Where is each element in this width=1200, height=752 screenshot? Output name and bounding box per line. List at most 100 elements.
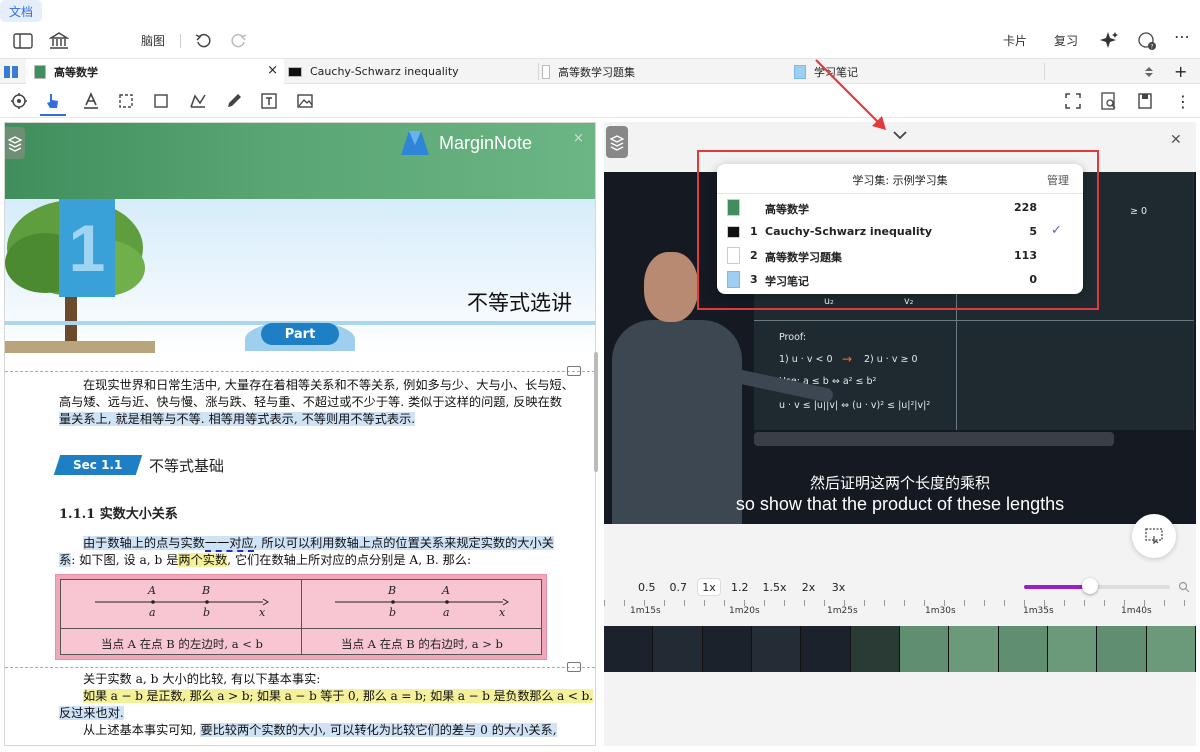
timeline-ruler[interactable]: 1m15s 1m20s 1m25s 1m30s 1m35s 1m40s [604, 600, 1196, 626]
film-frame [998, 626, 1048, 672]
tab-label: 高等数学习题集 [558, 65, 635, 79]
card-mode-button[interactable]: 卡片 [1003, 32, 1027, 50]
point-a-label: A [148, 584, 156, 597]
lasso-select-icon[interactable] [115, 90, 137, 112]
board-line4: u · v ≤ |u||v| ⇔ (u · v)² ≤ |u|²|v|² [779, 400, 931, 411]
layers-toggle[interactable] [606, 126, 628, 158]
comparison-paragraph[interactable]: 关于实数 a, b 大小的比较, 有以下基本事实: 如果 a − b 是正数, … [59, 671, 593, 739]
image-insert-icon[interactable] [294, 90, 316, 112]
para2-segment: 由于数轴上的点与实数 [83, 536, 205, 550]
para4-line-1: 从上述基本事实可知, 要比较两个实数的大小, 可以转化为比较它们的差与 0 的大… [59, 722, 593, 739]
timeline-label: 1m20s [729, 606, 760, 616]
pen-icon[interactable] [223, 90, 245, 112]
zoom-icon[interactable] [1178, 581, 1190, 593]
new-help-icon[interactable]: ? [1136, 30, 1158, 52]
board-top-right: ≥ 0 [1130, 206, 1148, 217]
tab-higher-math[interactable]: 高等数学 × [26, 59, 284, 84]
ai-sparkle-icon[interactable] [1098, 30, 1120, 52]
note-marker-icon[interactable] [567, 366, 581, 376]
redo-icon[interactable] [228, 30, 250, 52]
board-case2: 2) u · v ≥ 0 [864, 354, 918, 365]
pdf-document-pane[interactable]: MarginNote × 1 不等式选讲 Part 在现实世界和日常生活中, 大… [4, 122, 596, 746]
text-highlight-icon[interactable] [80, 90, 102, 112]
svg-text:?: ? [1150, 44, 1153, 51]
gear-settings-icon[interactable] [8, 90, 30, 112]
speed-option[interactable]: 1.5x [759, 578, 791, 596]
book-thumbnail-icon [34, 64, 46, 79]
shape-tool-icon[interactable] [187, 90, 209, 112]
close-banner-icon[interactable]: × [573, 131, 584, 146]
close-pane-icon[interactable]: ✕ [1170, 132, 1182, 148]
para2-segment: 系 [59, 553, 72, 567]
hand-select-icon[interactable] [42, 90, 64, 112]
value-b-label-right: b [389, 606, 397, 619]
para2-line-1: 由于数轴上的点与实数一一对应, 所以可以利用数轴上点的位置关系来规定实数的大小关 [59, 535, 589, 552]
zoom-slider-knob[interactable] [1081, 578, 1098, 594]
mindmap-mode-button[interactable]: 脑图 [141, 32, 165, 50]
more-menu-icon[interactable]: ⋯ [1174, 28, 1190, 46]
screen-capture-button[interactable] [1132, 514, 1176, 558]
film-frame [653, 626, 703, 672]
tab-study-notes[interactable]: 学习笔记 [792, 59, 1044, 84]
tab-sort-icon[interactable] [1144, 59, 1158, 84]
section-badge: Sec 1.1 [53, 455, 143, 475]
para2-line-2: 系: 如下图, 设 a, b 是两个实数, 它们在数轴上所对应的点分别是 A, … [59, 552, 589, 569]
film-frame [604, 626, 654, 672]
point-b-label-right: B [388, 584, 397, 597]
layers-toggle[interactable] [5, 127, 25, 159]
library-icon[interactable] [48, 30, 70, 52]
speed-option[interactable]: 0.5 [634, 578, 660, 596]
speed-option[interactable]: 2x [797, 578, 821, 596]
subtitle-chinese: 然后证明这两个长度的乘积 [809, 474, 990, 492]
chapter-number: 1 [59, 199, 115, 297]
rectangle-select-icon[interactable] [150, 90, 172, 112]
pdf-scrollbar[interactable] [594, 352, 598, 472]
para3-line-1: 关于实数 a, b 大小的比较, 有以下基本事实: [83, 672, 321, 686]
para3-line-2: 如果 a − b 是正数, 那么 a > b; 如果 a − b 等于 0, 那… [83, 689, 593, 703]
document-mode-button[interactable]: 文档 [0, 0, 42, 22]
film-frame [1097, 626, 1147, 672]
tab-exercise-set[interactable]: 高等数学习题集 [540, 59, 790, 84]
page-divider [5, 667, 595, 668]
video-filmstrip[interactable] [604, 626, 1196, 672]
value-b-label: b [203, 606, 211, 619]
film-frame [850, 626, 900, 672]
document-tab-bar: 高等数学 × Cauchy-Schwarz inequality 高等数学习题集… [0, 58, 1200, 84]
subtitle-english: so show that the product of these length… [735, 494, 1065, 514]
speed-option[interactable]: 0.7 [666, 578, 692, 596]
undo-icon[interactable] [192, 30, 214, 52]
film-frame [899, 626, 950, 672]
textbox-icon[interactable] [258, 90, 280, 112]
number-line-paragraph[interactable]: 由于数轴上的点与实数一一对应, 所以可以利用数轴上点的位置关系来规定实数的大小关… [59, 535, 589, 569]
review-mode-button[interactable]: 复习 [1054, 32, 1078, 50]
number-line-figure[interactable]: A B a b x B A b a x 当点 A 在点 B 的左边时, a < … [55, 574, 547, 660]
number-line-axes [95, 598, 509, 606]
add-tab-icon[interactable]: + [1174, 59, 1190, 84]
film-frame [702, 626, 752, 672]
intro-paragraph[interactable]: 在现实世界和日常生活中, 大量存在着相等关系和不等关系, 例如多与少、大与小、长… [59, 377, 589, 428]
document-search-icon[interactable] [1098, 90, 1120, 112]
speed-option[interactable]: 1.2 [727, 578, 753, 596]
board-tray [754, 432, 1114, 446]
speed-option[interactable]: 3x [827, 578, 851, 596]
sidebar-toggle-icon[interactable] [12, 30, 34, 52]
lecturer-head [644, 252, 698, 322]
timeline-ticks [604, 600, 1196, 606]
logo-text: MarginNote [439, 133, 533, 153]
subsection-title: 1.1.1 实数大小关系 [59, 507, 178, 522]
timeline-label: 1m30s [925, 606, 956, 616]
chevron-down-icon[interactable] [892, 130, 908, 140]
close-tab-icon[interactable]: × [267, 63, 278, 78]
tab-divider [538, 63, 539, 80]
board-proof: Proof: [779, 332, 807, 343]
point-a-label-right: A [442, 584, 450, 597]
para2-segment: : 如下图, 设 a, b 是 [71, 553, 179, 567]
fullscreen-icon[interactable] [1062, 90, 1084, 112]
split-view-icon[interactable] [4, 59, 24, 84]
speed-option-active[interactable]: 1x [697, 578, 721, 596]
tab-cauchy-schwarz[interactable]: Cauchy-Schwarz inequality [284, 59, 538, 84]
bookmark-save-icon[interactable] [1134, 90, 1156, 112]
marginnote-logo-icon [401, 131, 429, 155]
film-frame [751, 626, 802, 672]
vertical-more-icon[interactable]: ⋮ [1172, 90, 1194, 112]
